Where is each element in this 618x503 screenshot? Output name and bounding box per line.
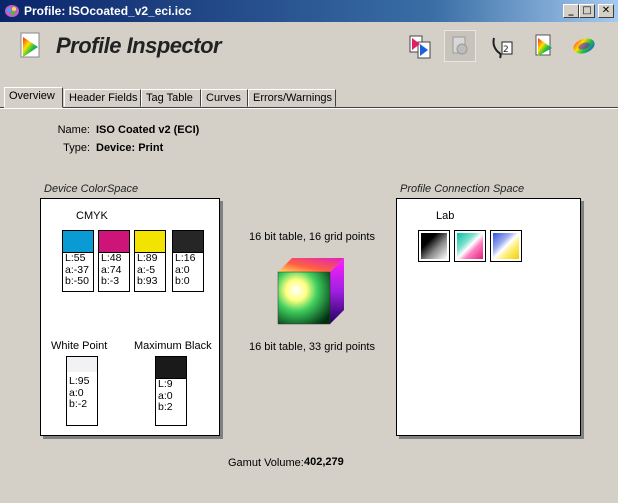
white-point-label: White Point [51, 340, 108, 352]
device-colorspace-title: Device ColorSpace [44, 183, 139, 195]
profile-type: Device: Print [96, 142, 164, 154]
tab-tag-table[interactable]: Tag Table [141, 89, 201, 107]
device-colorspace-panel: CMYK L:55 a:-37 b:-50 L:48 a:74 b:-3 L:8… [40, 198, 220, 436]
minimize-button[interactable]: _ [563, 4, 579, 18]
colorant-cyan[interactable]: L:55 a:-37 b:-50 [62, 230, 94, 292]
yellow-swatch [135, 231, 165, 253]
pcs-panel: Lab [396, 198, 581, 436]
measure-icon: 2 [492, 37, 513, 59]
yellow-lab-values: L:89 a:-5 b:93 [137, 252, 158, 287]
maximum-black-card[interactable]: L:9 a:0 b:2 [155, 356, 187, 426]
close-button[interactable]: ✕ [598, 4, 614, 18]
name-label: Name: [57, 124, 90, 136]
profile-inspector-logo-icon [20, 32, 40, 58]
compare-profiles-icon [409, 35, 431, 59]
device-space-label: CMYK [76, 210, 108, 222]
pcs-space-label: Lab [436, 210, 455, 222]
disabled-tool-icon [452, 36, 468, 55]
colorant-black[interactable]: L:16 a:0 b:0 [172, 230, 204, 292]
app-name: Profile Inspector [56, 33, 222, 58]
type-label: Type: [63, 142, 90, 154]
white-point-card[interactable]: L:95 a:0 b:-2 [66, 356, 98, 426]
app-icon [5, 5, 19, 17]
3d-gamut-button[interactable] [568, 30, 600, 62]
3d-gamut-icon [573, 38, 595, 54]
maximum-black-label: Maximum Black [134, 340, 212, 352]
black-lab-values: L:16 a:0 b:0 [175, 252, 196, 287]
white-point-swatch [67, 357, 97, 372]
lab-b-axis-swatch[interactable] [490, 230, 522, 262]
profile-name: ISO Coated v2 (ECI) [96, 124, 200, 136]
svg-text:2: 2 [503, 45, 509, 55]
maximize-button[interactable]: □ [579, 4, 595, 18]
disabled-tool-button[interactable] [444, 30, 476, 62]
maximum-black-lab-values: L:9 a:0 b:2 [158, 378, 173, 413]
rgb-cube-icon[interactable] [276, 256, 346, 326]
tab-errors-warnings[interactable]: Errors/Warnings [248, 89, 336, 107]
white-point-lab-values: L:95 a:0 b:-2 [69, 375, 90, 410]
tab-curves[interactable]: Curves [201, 89, 248, 107]
lab-lightness-swatch[interactable] [418, 230, 450, 262]
tab-strip-border [0, 107, 618, 109]
lab-a-axis-swatch[interactable] [454, 230, 486, 262]
gamut-volume-label: Gamut Volume: [228, 457, 304, 469]
gamut-plot-button[interactable] [528, 30, 560, 62]
gamut-volume-value: 402,279 [304, 456, 344, 468]
colorant-yellow[interactable]: L:89 a:-5 b:93 [134, 230, 166, 292]
compare-profiles-button[interactable] [404, 30, 436, 62]
magenta-lab-values: L:48 a:74 b:-3 [101, 252, 122, 287]
pcs-title: Profile Connection Space [400, 183, 525, 195]
transform-top-info: 16 bit table, 16 grid points [249, 231, 375, 243]
gamut-plot-icon [535, 34, 552, 56]
tab-overview[interactable]: Overview [4, 87, 63, 108]
magenta-swatch [99, 231, 129, 253]
black-swatch [173, 231, 203, 253]
window-title: Profile: ISOcoated_v2_eci.icc [24, 4, 192, 18]
tab-header-fields[interactable]: Header Fields [64, 89, 141, 107]
maximum-black-swatch [156, 357, 186, 379]
transform-bottom-info: 16 bit table, 33 grid points [249, 341, 375, 353]
cyan-lab-values: L:55 a:-37 b:-50 [65, 252, 89, 287]
app-header: Profile Inspector 2 [0, 22, 618, 84]
measure-button[interactable]: 2 [486, 30, 518, 62]
title-bar[interactable]: Profile: ISOcoated_v2_eci.icc _ □ ✕ [0, 0, 618, 22]
cyan-swatch [63, 231, 93, 253]
colorant-magenta[interactable]: L:48 a:74 b:-3 [98, 230, 130, 292]
